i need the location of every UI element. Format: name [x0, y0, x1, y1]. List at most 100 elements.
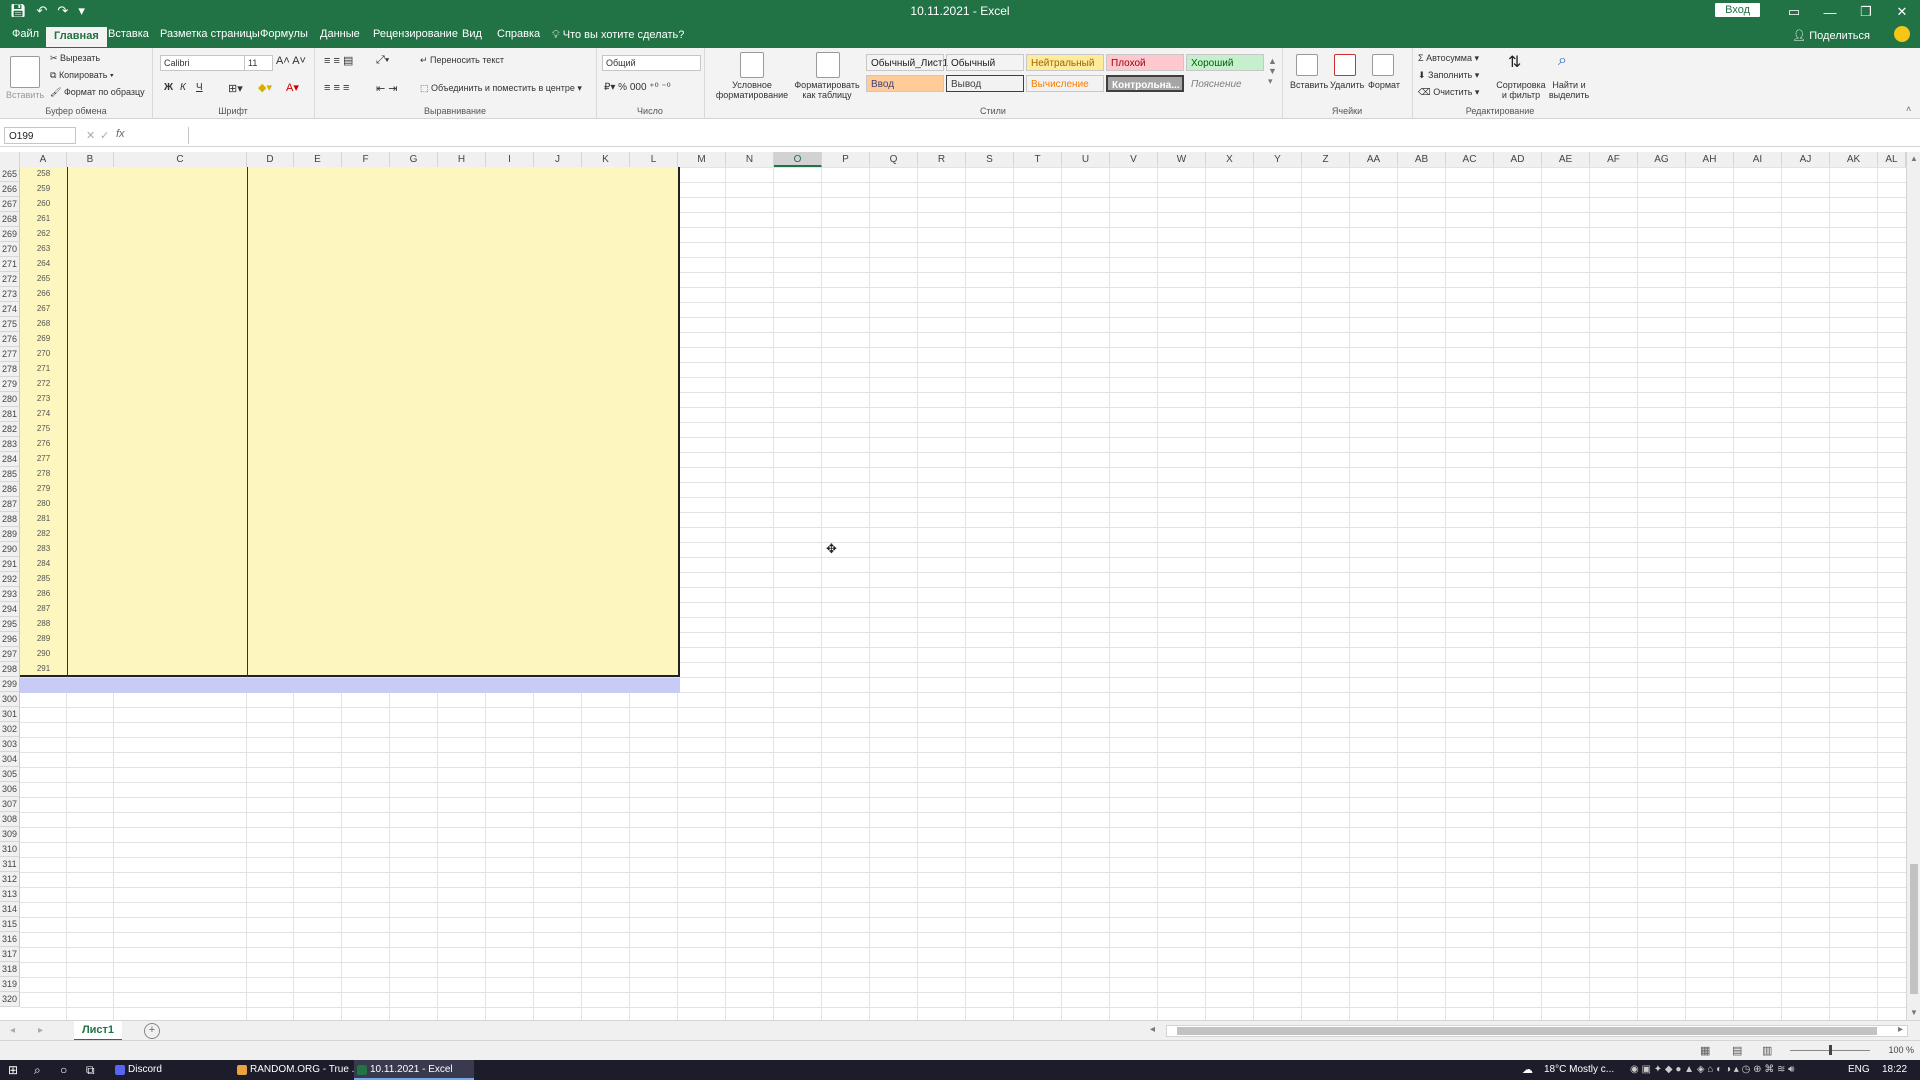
- cortana-icon[interactable]: ○: [60, 1060, 67, 1080]
- column-header-aj[interactable]: AJ: [1782, 152, 1830, 167]
- cell-a-value[interactable]: 281: [20, 512, 67, 527]
- worksheet-grid[interactable]: 265 258 266 259 267 260 268 261 269 262 270 263 271 2…: [0, 167, 1906, 1020]
- confirm-entry-icon[interactable]: ✓: [100, 129, 109, 142]
- cell-a-value[interactable]: 276: [20, 437, 67, 452]
- column-header-o[interactable]: O: [774, 152, 822, 167]
- tab-view[interactable]: Вид: [462, 28, 482, 40]
- row-header-282[interactable]: 282: [0, 422, 20, 437]
- orientation-icon[interactable]: ⤢▾: [376, 54, 389, 67]
- style-output[interactable]: Вывод: [946, 75, 1024, 92]
- collapse-ribbon-icon[interactable]: ˄: [1906, 104, 1911, 114]
- row-header-311[interactable]: 311: [0, 857, 20, 872]
- row-header-277[interactable]: 277: [0, 347, 20, 362]
- row-header-307[interactable]: 307: [0, 797, 20, 812]
- yellow-filled-range[interactable]: [20, 167, 680, 677]
- column-header-u[interactable]: U: [1062, 152, 1110, 167]
- cell-a-value[interactable]: 288: [20, 617, 67, 632]
- cell-a-value[interactable]: 262: [20, 227, 67, 242]
- column-header-f[interactable]: F: [342, 152, 390, 167]
- row-header-305[interactable]: 305: [0, 767, 20, 782]
- name-box[interactable]: O199: [4, 127, 76, 144]
- minimize-icon[interactable]: —: [1812, 0, 1848, 24]
- number-format-combo[interactable]: Общий: [602, 55, 701, 71]
- tell-me-search[interactable]: 💡︎ Что вы хотите сделать?: [552, 29, 684, 42]
- signin-button[interactable]: Вход: [1715, 3, 1760, 17]
- column-header-e[interactable]: E: [294, 152, 342, 167]
- horizontal-scrollbar[interactable]: [1166, 1025, 1908, 1037]
- row-header-290[interactable]: 290: [0, 542, 20, 557]
- cell-a-value[interactable]: 286: [20, 587, 67, 602]
- cell-a-value[interactable]: 272: [20, 377, 67, 392]
- cell-a-value[interactable]: 284: [20, 557, 67, 572]
- row-header-268[interactable]: 268: [0, 212, 20, 227]
- row-header-266[interactable]: 266: [0, 182, 20, 197]
- weather-text[interactable]: 18°C Mostly c...: [1544, 1060, 1614, 1080]
- column-header-m[interactable]: M: [678, 152, 726, 167]
- style-bad[interactable]: Плохой: [1106, 54, 1184, 71]
- column-header-r[interactable]: R: [918, 152, 966, 167]
- row-header-293[interactable]: 293: [0, 587, 20, 602]
- style-normal-sheet1[interactable]: Обычный_Лист1: [866, 54, 948, 71]
- tab-file[interactable]: Файл: [12, 28, 39, 40]
- column-header-w[interactable]: W: [1158, 152, 1206, 167]
- row-header-292[interactable]: 292: [0, 572, 20, 587]
- row-header-287[interactable]: 287: [0, 497, 20, 512]
- paste-button[interactable]: Вставить: [6, 90, 44, 100]
- tab-home[interactable]: Главная: [46, 27, 107, 47]
- column-header-h[interactable]: H: [438, 152, 486, 167]
- cell-a-value[interactable]: 258: [20, 167, 67, 182]
- row-header-313[interactable]: 313: [0, 887, 20, 902]
- row-header-301[interactable]: 301: [0, 707, 20, 722]
- column-header-aa[interactable]: AA: [1350, 152, 1398, 167]
- font-color-icon[interactable]: A▾: [286, 81, 299, 94]
- column-header-af[interactable]: AF: [1590, 152, 1638, 167]
- cell-a-value[interactable]: 283: [20, 542, 67, 557]
- borders-icon[interactable]: ⊞▾: [228, 82, 243, 95]
- cell-a-value[interactable]: 289: [20, 632, 67, 647]
- search-icon[interactable]: ⌕: [34, 1060, 41, 1080]
- row-header-306[interactable]: 306: [0, 782, 20, 797]
- horizontal-scroll-thumb[interactable]: [1177, 1027, 1877, 1035]
- task-view-icon[interactable]: ⧉: [86, 1060, 95, 1080]
- format-as-table-icon[interactable]: [816, 52, 840, 78]
- cell-a-value[interactable]: 260: [20, 197, 67, 212]
- weather-icon[interactable]: ☁︎: [1522, 1060, 1533, 1080]
- row-header-273[interactable]: 273: [0, 287, 20, 302]
- row-header-278[interactable]: 278: [0, 362, 20, 377]
- autosum-button[interactable]: Σ Автосумма ▾: [1418, 53, 1479, 64]
- row-header-272[interactable]: 272: [0, 272, 20, 287]
- row-header-296[interactable]: 296: [0, 632, 20, 647]
- column-header-ad[interactable]: AD: [1494, 152, 1542, 167]
- top-align-icon[interactable]: ≡ ≡ ▤: [324, 54, 353, 67]
- tab-review[interactable]: Рецензирование: [373, 28, 458, 40]
- row-header-300[interactable]: 300: [0, 692, 20, 707]
- ribbon-display-icon[interactable]: ▭: [1776, 0, 1812, 24]
- row-header-303[interactable]: 303: [0, 737, 20, 752]
- row-header-310[interactable]: 310: [0, 842, 20, 857]
- column-header-p[interactable]: P: [822, 152, 870, 167]
- cell-a-value[interactable]: 278: [20, 467, 67, 482]
- cell-a-value[interactable]: 263: [20, 242, 67, 257]
- styles-scroll-icon[interactable]: ▲ ▼ ▾: [1268, 56, 1277, 87]
- row-header-317[interactable]: 317: [0, 947, 20, 962]
- column-header-g[interactable]: G: [390, 152, 438, 167]
- font-name-combo[interactable]: Calibri: [160, 55, 245, 71]
- row-header-270[interactable]: 270: [0, 242, 20, 257]
- language-indicator[interactable]: ENG: [1848, 1060, 1870, 1080]
- page-layout-view-icon[interactable]: ▤: [1732, 1044, 1742, 1057]
- feedback-smiley-icon[interactable]: [1894, 26, 1910, 42]
- cell-a-value[interactable]: 267: [20, 302, 67, 317]
- sort-filter-icon[interactable]: ⇅: [1508, 52, 1528, 72]
- cell-a-value[interactable]: 291: [20, 662, 67, 677]
- row-header-279[interactable]: 279: [0, 377, 20, 392]
- format-as-table-button[interactable]: Форматировать как таблицу: [794, 80, 860, 100]
- row-header-309[interactable]: 309: [0, 827, 20, 842]
- column-header-x[interactable]: X: [1206, 152, 1254, 167]
- cell-a-value[interactable]: 290: [20, 647, 67, 662]
- row-header-295[interactable]: 295: [0, 617, 20, 632]
- insert-function-icon[interactable]: fx: [116, 128, 125, 140]
- scroll-up-icon[interactable]: ▲: [1910, 154, 1918, 163]
- hscroll-right-icon[interactable]: ▸: [1898, 1024, 1903, 1035]
- column-header-i[interactable]: I: [486, 152, 534, 167]
- row-header-312[interactable]: 312: [0, 872, 20, 887]
